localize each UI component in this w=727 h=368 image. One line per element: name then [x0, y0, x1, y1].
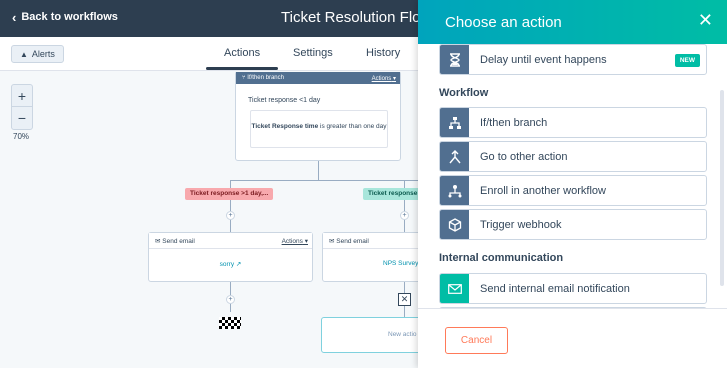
panel-title: Choose an action: [445, 13, 562, 31]
warning-icon: ▲: [20, 49, 28, 59]
new-action-placeholder[interactable]: New actio: [321, 317, 420, 353]
email-link[interactable]: NPS Survey: [323, 249, 420, 267]
panel-footer: Cancel: [418, 308, 727, 368]
action-label: Trigger webhook: [480, 218, 562, 231]
send-email-header: ✉ Send email Actions ▾: [149, 233, 312, 249]
action-if-then-branch[interactable]: If/then branch: [439, 107, 707, 138]
connector-line: [230, 180, 420, 181]
zoom-controls: + −: [11, 84, 33, 130]
branch-node-header: ⑂ If/then branch Actions ▾: [236, 72, 400, 84]
action-go-to-other-action[interactable]: Go to other action: [439, 141, 707, 172]
zoom-level: 70%: [13, 132, 30, 141]
workflow-canvas[interactable]: + − 70% ⑂ If/then branch Actions ▾ Ticke…: [0, 72, 420, 368]
new-badge: NEW: [674, 54, 700, 67]
condition-operator: is greater than one day: [320, 123, 387, 130]
zoom-in-button[interactable]: +: [12, 85, 32, 107]
action-trigger-webhook[interactable]: Trigger webhook: [439, 209, 707, 240]
send-email-label: Send email: [162, 237, 195, 245]
goto-icon: [440, 142, 469, 171]
alerts-label: Alerts: [31, 49, 55, 59]
condition-property: Ticket Response time: [251, 123, 319, 130]
send-email-card[interactable]: ✉ Send email NPS Survey: [322, 232, 420, 282]
branch-node-card[interactable]: ⑂ If/then branch Actions ▾ Ticket respon…: [235, 72, 401, 161]
branch-node-header-text: ⑂ If/then branch: [242, 75, 284, 81]
tab-actions[interactable]: Actions: [205, 47, 279, 70]
section-title-internal-communication: Internal communication: [439, 252, 564, 264]
back-to-workflows-link[interactable]: ‹ Back to workflows: [12, 9, 118, 25]
send-email-card[interactable]: ✉ Send email Actions ▾ sorry ↗: [148, 232, 313, 282]
email-link-label: sorry: [219, 261, 235, 268]
send-email-label: Send email: [336, 237, 369, 245]
branch-node-title: Ticket response <1 day: [248, 97, 321, 104]
workflow-editor: ‹ Back to workflows Ticket Resolution Fl…: [0, 0, 727, 368]
tab-settings[interactable]: Settings: [293, 47, 333, 59]
branch-condition: Ticket Response time is greater than one…: [250, 110, 388, 148]
external-link-icon: ↗: [235, 261, 242, 268]
add-action-plus-icon[interactable]: +: [226, 211, 235, 220]
branch-label-left[interactable]: Ticket response >1 day,...: [185, 188, 274, 200]
workflow-title[interactable]: Ticket Resolution Flow: [281, 9, 431, 26]
connector-line: [318, 161, 319, 180]
action-label: Send internal email notification: [480, 282, 630, 295]
add-action-plus-icon[interactable]: +: [400, 211, 409, 220]
panel-scrollbar[interactable]: [720, 90, 724, 286]
alerts-button[interactable]: ▲ Alerts: [11, 45, 64, 63]
tab-history[interactable]: History: [366, 47, 400, 59]
webhook-icon: [440, 210, 469, 239]
action-label: Enroll in another workflow: [480, 184, 606, 197]
chevron-left-icon: ‹: [12, 9, 17, 25]
back-label: Back to workflows: [21, 11, 118, 23]
end-flag-icon: [219, 317, 241, 329]
action-label: Delay until event happens: [480, 53, 607, 66]
cancel-button[interactable]: Cancel: [445, 327, 508, 354]
close-icon[interactable]: ✕: [398, 293, 411, 306]
close-icon[interactable]: ✕: [698, 10, 713, 31]
panel-body: Delay until event happens NEW Workflow I…: [418, 44, 727, 308]
zoom-out-button[interactable]: −: [12, 107, 32, 129]
top-bar: ‹ Back to workflows Ticket Resolution Fl…: [0, 0, 431, 37]
add-action-plus-icon[interactable]: +: [226, 295, 235, 304]
send-email-header: ✉ Send email: [323, 233, 420, 249]
section-title-workflow: Workflow: [439, 87, 489, 99]
branch-node-actions-label: Actions: [371, 75, 392, 82]
send-email-header-text: ✉ Send email: [329, 237, 369, 245]
branch-icon: [440, 108, 469, 137]
action-enroll-in-another-workflow[interactable]: Enroll in another workflow: [439, 175, 707, 206]
hourglass-icon: [440, 45, 469, 74]
branch-node-header-label: If/then branch: [247, 75, 284, 81]
branch-node-actions-menu[interactable]: Actions ▾: [372, 75, 396, 82]
choose-action-panel: Choose an action ✕ Delay until event hap…: [418, 0, 727, 368]
email-link[interactable]: sorry ↗: [149, 249, 312, 268]
envelope-icon: [440, 274, 469, 303]
send-email-actions-label: Actions: [281, 237, 303, 245]
action-label: If/then branch: [480, 116, 548, 129]
tab-bar: ▲ Alerts Actions Settings History: [0, 37, 420, 71]
send-email-header-text: ✉ Send email: [155, 237, 195, 245]
action-delay-until-event[interactable]: Delay until event happens NEW: [439, 44, 707, 75]
panel-header: Choose an action ✕: [418, 0, 727, 44]
send-email-actions-menu[interactable]: Actions ▾: [282, 237, 308, 245]
branch-label-right[interactable]: Ticket response: [363, 188, 420, 200]
action-label: Go to other action: [480, 150, 568, 163]
action-send-internal-email[interactable]: Send internal email notification: [439, 273, 707, 304]
enroll-icon: [440, 176, 469, 205]
